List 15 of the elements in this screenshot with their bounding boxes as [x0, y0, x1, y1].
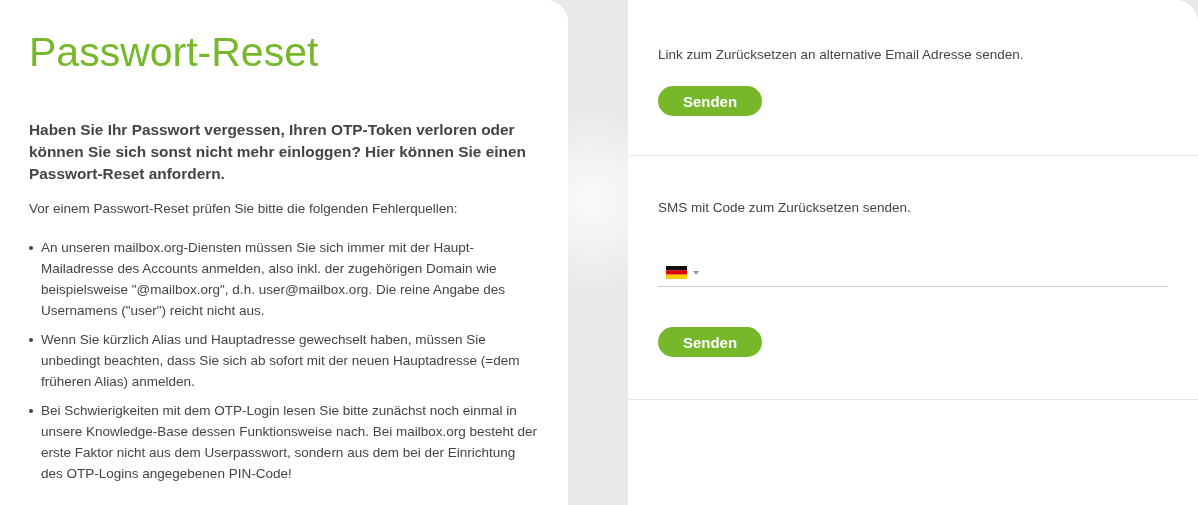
- caret-icon: [693, 270, 699, 275]
- list-item: Bei Schwierigkeiten mit dem OTP-Login lesen Sie bitte zunächst noch einmal in unsere Knowledge-Base dessen Funktionsweise nach. Bei mailbox.org besteht der erste Faktor nicht aus dem Userpasswort, sondern aus dem bei der Einrichtung des OTP-Logins angegebenen PIN-Code!: [41, 402, 539, 484]
- option-description: Link zum Zurücksetzen an alternative Email Adresse senden.: [658, 46, 1025, 64]
- lead-text: Vor einem Passwort-Reset prüfen Sie bitte die folgenden Fehlerquellen:: [29, 200, 459, 219]
- bullet-icon: [29, 409, 33, 414]
- intro-text: Haben Sie Ihr Passwort vergessen, Ihren OTP-Token verloren oder können Sie sich sonst nicht mehr einloggen? Hier können Sie einen Passwort-Reset anfordern.: [29, 120, 527, 185]
- list-item: An unseren mailbox.org-Diensten müssen Sie sich immer mit der Haupt-Mailadresse des Accounts anmelden, also inkl. der zugehörigen Domain wie beispielsweise "@mailbox.org", d.h. user@mailbox.org. Die reine Angabe des Usernamens ("user") reicht nicht aus.: [41, 239, 506, 321]
- bullet-icon: [29, 338, 33, 343]
- page-title: Passwort-Reset: [29, 30, 320, 76]
- option-description: SMS mit Code zum Zurücksetzen senden.: [658, 199, 912, 217]
- bullet-icon: [29, 246, 33, 251]
- flag-icon: [666, 266, 687, 279]
- list-item: Wenn Sie kürzlich Alias und Hauptadresse gewechselt haben, müssen Sie unbedingt beachten, dass Sie sich ab sofort mit der neuen Hauptadresse (=dem früheren Alias) anmelden.: [41, 331, 521, 392]
- send-button[interactable]: Senden: [658, 327, 762, 357]
- send-button[interactable]: Senden: [658, 86, 762, 116]
